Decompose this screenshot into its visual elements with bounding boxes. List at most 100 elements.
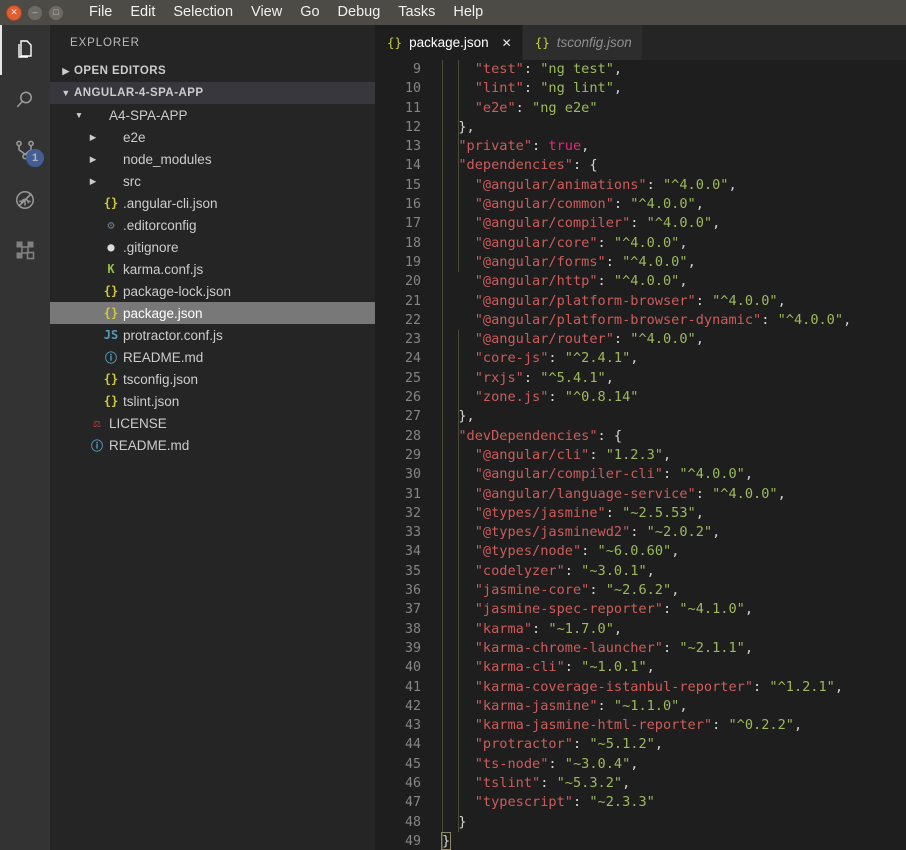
code-line[interactable]: 38 "karma": "~1.7.0", (375, 620, 906, 639)
code-line[interactable]: 24 "core-js": "^2.4.1", (375, 349, 906, 368)
code-line[interactable]: 44 "protractor": "~5.1.2", (375, 735, 906, 754)
code-line[interactable]: 25 "rxjs": "^5.4.1", (375, 369, 906, 388)
tree-item-readme-md[interactable]: ⓘ README.md (50, 434, 375, 456)
code-line[interactable]: 10 "lint": "ng lint", (375, 79, 906, 98)
close-window-icon[interactable]: ✕ (6, 4, 22, 21)
code-line[interactable]: 41 "karma-coverage-istanbul-reporter": "… (375, 678, 906, 697)
tree-item-editorconfig[interactable]: ⚙ .editorconfig (50, 214, 375, 236)
menu-item-view[interactable]: View (242, 0, 291, 25)
code-line[interactable]: 46 "tslint": "~5.3.2", (375, 774, 906, 793)
code-line[interactable]: 30 "@angular/compiler-cli": "^4.0.0", (375, 465, 906, 484)
line-number: 38 (404, 621, 421, 637)
json-icon: {} (103, 372, 119, 386)
minimize-window-icon[interactable]: – (27, 4, 43, 21)
activity-explorer[interactable] (0, 25, 50, 75)
code-line[interactable]: 15 "@angular/animations": "^4.0.0", (375, 176, 906, 195)
activity-search[interactable] (0, 75, 50, 125)
code-token: : (523, 61, 541, 77)
tree-item-readme-md[interactable]: ⓘ README.md (50, 346, 375, 368)
tree-item-protractor-conf-js[interactable]: JS protractor.conf.js (50, 324, 375, 346)
menu-item-edit[interactable]: Edit (121, 0, 164, 25)
code-line[interactable]: 28 "devDependencies": { (375, 427, 906, 446)
code-line[interactable]: 21 "@angular/platform-browser": "^4.0.0"… (375, 292, 906, 311)
code-line[interactable]: 11 "e2e": "ng e2e" (375, 99, 906, 118)
menu-item-tasks[interactable]: Tasks (389, 0, 444, 25)
code-token: "^4.0.0" (663, 176, 729, 193)
tree-item-angular-cli-json[interactable]: {} .angular-cli.json (50, 192, 375, 214)
code-line[interactable]: 18 "@angular/core": "^4.0.0", (375, 234, 906, 253)
code-text: "devDependencies": { (442, 427, 622, 446)
menu-item-file[interactable]: File (80, 0, 121, 25)
code-line[interactable]: 14 "dependencies": { (375, 156, 906, 175)
tree-item-e2e[interactable]: ▶ e2e (50, 126, 375, 148)
section-open-editors[interactable]: ▶ OPEN EDITORS (50, 60, 375, 82)
code-line[interactable]: 34 "@types/node": "~6.0.60", (375, 542, 906, 561)
tab-package-json[interactable]: {} package.json ✕ (375, 25, 523, 60)
tree-item-karma-conf-js[interactable]: Kkarma.conf.js (50, 258, 375, 280)
code-token: , (613, 61, 623, 77)
code-line[interactable]: 22 "@angular/platform-browser-dynamic": … (375, 311, 906, 330)
line-number: 45 (404, 756, 421, 772)
code-token: : (548, 389, 565, 406)
code-line[interactable]: 9 "test": "ng test", (375, 60, 906, 79)
line-number: 26 (404, 390, 421, 406)
code-token: , (777, 292, 786, 309)
code-line[interactable]: 17 "@angular/compiler": "^4.0.0", (375, 214, 906, 233)
tree-item-label: package.json (123, 305, 203, 321)
activity-extensions[interactable] (0, 225, 50, 275)
code-line[interactable]: 40 "karma-cli": "~1.0.1", (375, 658, 906, 677)
line-number: 12 (404, 119, 421, 135)
tree-item-license[interactable]: ⚖ LICENSE (50, 412, 375, 434)
code-token: , (613, 80, 623, 97)
code-line[interactable]: 39 "karma-chrome-launcher": "~2.1.1", (375, 639, 906, 658)
code-token: : (597, 234, 614, 251)
code-line[interactable]: 36 "jasmine-core": "~2.6.2", (375, 581, 906, 600)
section-angular-4-spa-app[interactable]: ▼ ANGULAR-4-SPA-APP (50, 82, 375, 104)
code-line[interactable]: 27 }, (375, 407, 906, 426)
activity-debug[interactable] (0, 175, 50, 225)
tree-item-package-json[interactable]: {} package.json (50, 302, 375, 324)
code-line[interactable]: 37 "jasmine-spec-reporter": "~4.1.0", (375, 600, 906, 619)
code-line[interactable]: 47 "typescript": "~2.3.3" (375, 793, 906, 812)
menu-item-debug[interactable]: Debug (329, 0, 390, 25)
maximize-window-icon[interactable]: □ (48, 4, 64, 21)
code-line[interactable]: 48 } (375, 813, 906, 832)
menu-item-selection[interactable]: Selection (164, 0, 242, 25)
code-line[interactable]: 49} (375, 831, 906, 850)
menu-item-go[interactable]: Go (291, 0, 328, 25)
code-line[interactable]: 19 "@angular/forms": "^4.0.0", (375, 253, 906, 272)
code-line[interactable]: 42 "karma-jasmine": "~1.1.0", (375, 697, 906, 716)
code-line[interactable]: 35 "codelyzer": "~3.0.1", (375, 562, 906, 581)
tree-item-tsconfig-json[interactable]: {} tsconfig.json (50, 368, 375, 390)
code-line[interactable]: 20 "@angular/http": "^4.0.0", (375, 272, 906, 291)
tree-item-tslint-json[interactable]: {} tslint.json (50, 390, 375, 412)
tree-item-node-modules[interactable]: ▶ node_modules (50, 148, 375, 170)
tree-item-a4-spa-app[interactable]: ▼ A4-SPA-APP (50, 104, 375, 126)
tree-item-package-lock-json[interactable]: {} package-lock.json (50, 280, 375, 302)
code-line[interactable]: 29 "@angular/cli": "1.2.3", (375, 446, 906, 465)
tree-item-src[interactable]: ▶ src (50, 170, 375, 192)
code-token: "^4.0.0" (630, 196, 696, 213)
line-number: 27 (404, 409, 421, 425)
code-line[interactable]: 45 "ts-node": "~3.0.4", (375, 755, 906, 774)
activity-source-control[interactable]: 1 (0, 125, 50, 175)
code-line[interactable]: 31 "@angular/language-service": "^4.0.0"… (375, 485, 906, 504)
code-line[interactable]: 16 "@angular/common": "^4.0.0", (375, 195, 906, 214)
editor-package-json[interactable]: 9 "test": "ng test", 10 "lint": "ng lint"… (375, 60, 906, 850)
code-lines: 9 "test": "ng test", 10 "lint": "ng lint"… (375, 60, 906, 850)
code-line[interactable]: 13 "private": true, (375, 137, 906, 156)
code-text: "private": true, (442, 137, 589, 156)
tab-tsconfig-json[interactable]: {} tsconfig.json (522, 25, 643, 60)
tree-item-gitignore[interactable]: ● .gitignore (50, 236, 375, 258)
code-line[interactable]: 12 }, (375, 118, 906, 137)
code-line[interactable]: 23 "@angular/router": "^4.0.0", (375, 330, 906, 349)
code-line[interactable]: 26 "zone.js": "^0.8.14" (375, 388, 906, 407)
code-line[interactable]: 43 "karma-jasmine-html-reporter": "^0.2.… (375, 716, 906, 735)
code-line[interactable]: 32 "@types/jasmine": "~2.5.53", (375, 504, 906, 523)
code-line[interactable]: 33 "@types/jasminewd2": "~2.0.2", (375, 523, 906, 542)
tab-close-icon[interactable]: ✕ (502, 37, 512, 49)
menu-item-help[interactable]: Help (444, 0, 492, 25)
